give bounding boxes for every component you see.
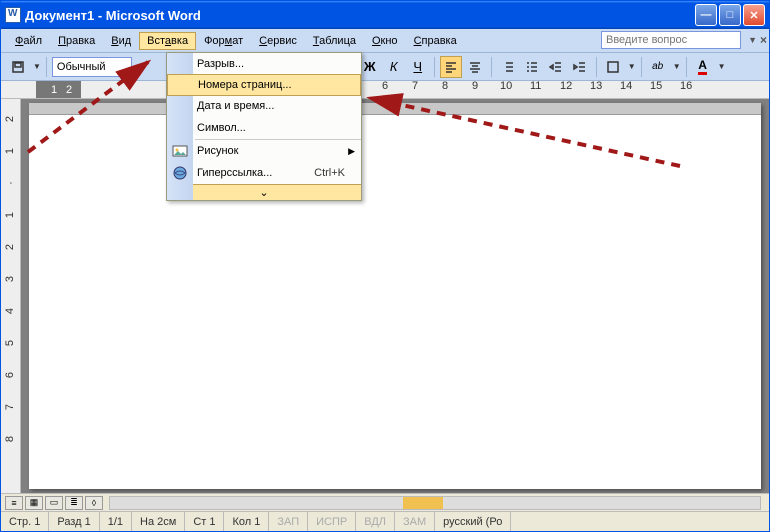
help-search-input[interactable]	[601, 31, 741, 49]
page-area	[21, 99, 769, 493]
web-view-button[interactable]: ▦	[25, 496, 43, 510]
align-left-button[interactable]	[440, 56, 462, 78]
menu-tools[interactable]: Сервис	[251, 32, 305, 50]
separator	[641, 57, 642, 77]
page-margin-top	[29, 103, 761, 115]
numbered-list-button[interactable]	[497, 56, 519, 78]
menu-item-hyperlink[interactable]: Гиперссылка...Ctrl+K	[167, 162, 361, 184]
separator	[46, 57, 47, 77]
ruler-tick: 1	[5, 212, 17, 218]
status-trk[interactable]: ИСПР	[308, 512, 356, 531]
separator	[596, 57, 597, 77]
status-line[interactable]: Ст 1	[185, 512, 224, 531]
submenu-arrow-icon: ▶	[348, 146, 355, 157]
status-language[interactable]: русский (Ро	[435, 512, 511, 531]
ruler-tick: 3	[5, 276, 17, 282]
bold-button[interactable]: Ж	[359, 56, 381, 78]
scrollbar-thumb[interactable]	[403, 497, 443, 509]
view-bar: ≡ ▦ ▭ ≣ ◊	[1, 493, 769, 511]
border-dropdown-icon[interactable]: ▼	[628, 62, 636, 71]
ruler-tick: 2	[5, 244, 17, 250]
decrease-indent-button[interactable]	[545, 56, 567, 78]
picture-icon	[172, 143, 188, 159]
vertical-ruler[interactable]: 2 1 · 1 2 3 4 5 6 7 8	[1, 99, 21, 493]
ruler-tick: 2	[5, 116, 17, 122]
status-col[interactable]: Кол 1	[224, 512, 269, 531]
close-doc-button[interactable]: ×	[760, 33, 767, 47]
menu-file[interactable]: Файл	[7, 32, 50, 50]
window-title: Документ1 - Microsoft Word	[25, 8, 693, 23]
reading-view-button[interactable]: ◊	[85, 496, 103, 510]
horizontal-ruler[interactable]: 1 2	[1, 81, 769, 99]
bullet-list-button[interactable]	[521, 56, 543, 78]
ruler-tick: ·	[4, 181, 16, 185]
style-dropdown-icon[interactable]: ▼	[136, 62, 144, 71]
italic-button[interactable]: К	[383, 56, 405, 78]
ruler-tick: 6	[5, 372, 17, 378]
print-view-button[interactable]: ▭	[45, 496, 63, 510]
separator	[434, 57, 435, 77]
menu-expand-button[interactable]: ⌄	[167, 184, 361, 200]
minimize-button[interactable]: —	[695, 4, 717, 26]
menu-edit[interactable]: Правка	[50, 32, 103, 50]
separator	[686, 57, 687, 77]
main-area: 2 1 · 1 2 3 4 5 6 7 8	[1, 99, 769, 493]
menu-item-page-numbers[interactable]: Номера страниц...	[167, 74, 361, 96]
menu-view[interactable]: Вид	[103, 32, 139, 50]
document-page[interactable]	[29, 103, 761, 489]
save-button[interactable]	[7, 56, 29, 78]
status-rec[interactable]: ЗАП	[269, 512, 308, 531]
menu-item-picture[interactable]: Рисунок▶	[167, 140, 361, 162]
ruler-tick: 5	[5, 340, 17, 346]
outline-view-button[interactable]: ≣	[65, 496, 83, 510]
help-dropdown-icon[interactable]: ▼	[748, 35, 757, 45]
insert-dropdown: Разрыв... Номера страниц... Дата и время…	[166, 52, 362, 201]
highlight-button[interactable]: ab	[647, 56, 669, 78]
globe-icon	[172, 165, 188, 181]
menu-window[interactable]: Окно	[364, 32, 406, 50]
normal-view-button[interactable]: ≡	[5, 496, 23, 510]
status-at[interactable]: На 2см	[132, 512, 185, 531]
status-page[interactable]: Стр. 1	[1, 512, 49, 531]
shortcut-label: Ctrl+K	[314, 167, 345, 179]
font-color-button[interactable]: A	[692, 56, 714, 78]
status-pages[interactable]: 1/1	[100, 512, 132, 531]
statusbar: Стр. 1 Разд 1 1/1 На 2см Ст 1 Кол 1 ЗАП …	[1, 511, 769, 531]
close-button[interactable]: ✕	[743, 4, 765, 26]
menu-format[interactable]: Формат	[196, 32, 251, 50]
highlight-dropdown-icon[interactable]: ▼	[673, 62, 681, 71]
menu-item-break[interactable]: Разрыв...	[167, 53, 361, 75]
status-ovr[interactable]: ЗАМ	[395, 512, 435, 531]
ruler-margin	[36, 81, 81, 99]
maximize-button[interactable]: □	[719, 4, 741, 26]
ruler-tick: 2	[66, 84, 72, 96]
menu-insert[interactable]: Вставка	[139, 32, 196, 50]
increase-indent-button[interactable]	[569, 56, 591, 78]
ruler-tick: 7	[5, 404, 17, 410]
toolbar: ▼ Обычный ▼ ▼ Ж К Ч ▼ ab ▼ A ▼	[1, 53, 769, 81]
menu-item-symbol[interactable]: Символ...	[167, 117, 361, 139]
ruler-tick: 8	[5, 436, 17, 442]
horizontal-scrollbar[interactable]	[109, 496, 761, 510]
underline-button[interactable]: Ч	[407, 56, 429, 78]
menu-table[interactable]: Таблица	[305, 32, 364, 50]
app-icon	[5, 7, 21, 23]
ruler-tick: 1	[51, 84, 57, 96]
fontcolor-dropdown-icon[interactable]: ▼	[718, 62, 726, 71]
status-ext[interactable]: ВДЛ	[356, 512, 395, 531]
border-button[interactable]	[602, 56, 624, 78]
style-select[interactable]: Обычный	[52, 57, 132, 77]
separator	[491, 57, 492, 77]
status-section[interactable]: Разд 1	[49, 512, 99, 531]
menu-item-date-time[interactable]: Дата и время...	[167, 95, 361, 117]
save-dropdown-icon[interactable]: ▼	[33, 62, 41, 71]
app-window: Документ1 - Microsoft Word — □ ✕ Файл Пр…	[0, 0, 770, 532]
menu-help[interactable]: Справка	[406, 32, 465, 50]
menubar: Файл Правка Вид Вставка Формат Сервис Та…	[1, 29, 769, 53]
titlebar: Документ1 - Microsoft Word — □ ✕	[1, 1, 769, 29]
ruler-tick: 4	[5, 308, 17, 314]
ruler-tick: 1	[5, 148, 17, 154]
align-center-button[interactable]	[464, 56, 486, 78]
